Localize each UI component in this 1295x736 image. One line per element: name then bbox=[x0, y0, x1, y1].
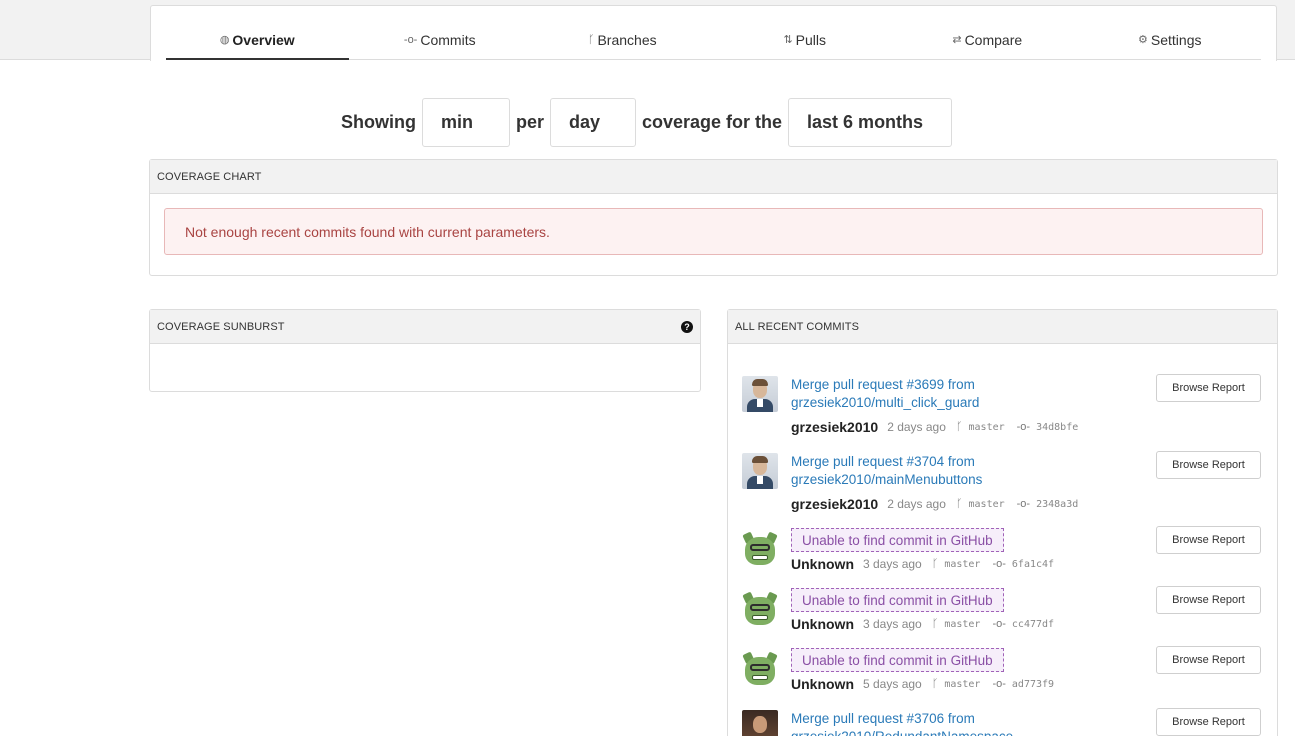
commit-meta: Unknown 5 days ago ᚴ master -o- ad773f9 bbox=[791, 676, 1066, 692]
branch-icon: ᚴ bbox=[587, 34, 595, 46]
dashboard-icon: ◍ bbox=[219, 34, 230, 46]
commit-branch: master bbox=[944, 618, 981, 630]
pull-request-icon: ⇅ bbox=[783, 34, 793, 46]
filter-per: per bbox=[515, 111, 544, 132]
commit-branch: master bbox=[968, 421, 1005, 433]
tab-label: Pulls bbox=[795, 32, 827, 48]
browse-report-button[interactable]: Browse Report bbox=[1156, 451, 1261, 479]
branch-icon: ᚴ bbox=[931, 618, 939, 630]
tab-compare[interactable]: ⇄ Compare bbox=[896, 22, 1079, 59]
commit-icon: -o- bbox=[992, 618, 1006, 630]
tab-overview[interactable]: ◍ Overview bbox=[166, 22, 349, 60]
commit-author: Unknown bbox=[791, 676, 854, 692]
avatar bbox=[742, 376, 778, 412]
commit-time: 5 days ago bbox=[863, 677, 922, 691]
commit-sha: ad773f9 bbox=[1011, 678, 1055, 690]
browse-report-button[interactable]: Browse Report bbox=[1156, 586, 1261, 614]
commit-branch: master bbox=[944, 678, 981, 690]
range-select[interactable]: last 6 months bbox=[788, 97, 953, 147]
repo-tabs: ◍ Overview -o- Commits ᚴ Branches ⇅ Pull… bbox=[166, 22, 1261, 60]
tab-branches[interactable]: ᚴ Branches bbox=[531, 22, 714, 59]
commit-time: 3 days ago bbox=[863, 617, 922, 631]
aggregate-select[interactable]: min bbox=[421, 97, 510, 147]
browse-report-button[interactable]: Browse Report bbox=[1156, 708, 1261, 736]
coverage-sunburst-panel: COVERAGE SUNBURST ? bbox=[149, 309, 701, 392]
tab-settings[interactable]: ⚙ Settings bbox=[1079, 22, 1262, 59]
commit-sha: 2348a3d bbox=[1036, 498, 1079, 510]
branch-icon: ᚴ bbox=[931, 558, 939, 570]
commit-icon: -o- bbox=[1016, 421, 1031, 433]
commit-sha: 6fa1c4f bbox=[1011, 558, 1055, 570]
commit-icon: -o- bbox=[403, 34, 418, 46]
branch-icon: ᚴ bbox=[955, 421, 963, 433]
tab-label: Settings bbox=[1150, 32, 1202, 48]
browse-report-button[interactable]: Browse Report bbox=[1156, 646, 1261, 674]
panel-title: COVERAGE CHART bbox=[150, 160, 1277, 194]
commit-icon: -o- bbox=[1016, 498, 1031, 510]
filter-prefix: Showing bbox=[340, 111, 416, 132]
tab-label: Commits bbox=[420, 32, 476, 48]
compare-icon: ⇄ bbox=[952, 34, 962, 46]
coverage-filter: Showing min per day coverage for the las… bbox=[0, 97, 1295, 147]
panel-title: COVERAGE SUNBURST bbox=[157, 320, 285, 333]
browse-report-button[interactable]: Browse Report bbox=[1156, 526, 1261, 554]
commit-time: 2 days ago bbox=[887, 420, 946, 434]
commit-branch: master bbox=[944, 558, 981, 570]
tab-label: Branches bbox=[597, 32, 657, 48]
avatar bbox=[742, 651, 778, 687]
commit-not-found-label[interactable]: Unable to find commit in GitHub bbox=[791, 588, 1004, 612]
avatar bbox=[742, 710, 778, 736]
commit-sha: cc477df bbox=[1011, 618, 1055, 630]
commit-not-found-label[interactable]: Unable to find commit in GitHub bbox=[791, 648, 1004, 672]
gear-icon: ⚙ bbox=[1138, 34, 1148, 46]
commit-author: Unknown bbox=[791, 556, 854, 572]
tab-pulls[interactable]: ⇅ Pulls bbox=[714, 22, 897, 59]
commit-time: 3 days ago bbox=[863, 557, 922, 571]
commit-icon: -o- bbox=[992, 678, 1006, 690]
commit-icon: -o- bbox=[992, 558, 1006, 570]
panel-title: ALL RECENT COMMITS bbox=[728, 310, 1277, 344]
avatar bbox=[742, 453, 778, 489]
commit-not-found-label[interactable]: Unable to find commit in GitHub bbox=[791, 528, 1004, 552]
commit-author: grzesiek2010 bbox=[791, 496, 879, 512]
avatar bbox=[742, 531, 778, 567]
panel-header: COVERAGE SUNBURST ? bbox=[150, 310, 700, 344]
browse-report-button[interactable]: Browse Report bbox=[1156, 374, 1261, 402]
commit-meta: Unknown 3 days ago ᚴ master -o- cc477df bbox=[791, 616, 1066, 632]
commit-author: grzesiek2010 bbox=[791, 419, 879, 435]
branch-icon: ᚴ bbox=[955, 498, 963, 510]
tab-commits[interactable]: -o- Commits bbox=[349, 22, 532, 59]
interval-select[interactable]: day bbox=[549, 97, 636, 147]
commit-title-link[interactable]: Merge pull request #3706 from grzesiek20… bbox=[791, 710, 1041, 736]
recent-commits-panel: ALL RECENT COMMITS Merge pull request #3… bbox=[727, 309, 1278, 736]
branch-icon: ᚴ bbox=[931, 678, 939, 690]
tab-label: Overview bbox=[232, 32, 295, 48]
commit-meta: Unknown 3 days ago ᚴ master -o- 6fa1c4f bbox=[791, 556, 1066, 572]
filter-suffix: coverage for the bbox=[641, 111, 783, 132]
commit-branch: master bbox=[968, 498, 1005, 510]
coverage-chart-panel: COVERAGE CHART Not enough recent commits… bbox=[149, 159, 1278, 276]
commit-time: 2 days ago bbox=[887, 497, 946, 511]
tab-label: Compare bbox=[964, 32, 1023, 48]
commit-meta: grzesiek2010 2 days ago ᚴ master -o- 34d… bbox=[791, 419, 1090, 435]
help-icon[interactable]: ? bbox=[681, 320, 693, 333]
commit-title-link[interactable]: Merge pull request #3704 from grzesiek20… bbox=[791, 453, 1041, 489]
commit-title-link[interactable]: Merge pull request #3699 from grzesiek20… bbox=[791, 376, 1041, 412]
no-commits-alert: Not enough recent commits found with cur… bbox=[164, 208, 1263, 255]
commit-author: Unknown bbox=[791, 616, 854, 632]
commit-meta: grzesiek2010 2 days ago ᚴ master -o- 234… bbox=[791, 496, 1090, 512]
avatar bbox=[742, 591, 778, 627]
repo-nav-card: ◍ Overview -o- Commits ᚴ Branches ⇅ Pull… bbox=[150, 5, 1277, 61]
commit-sha: 34d8bfe bbox=[1036, 421, 1079, 433]
